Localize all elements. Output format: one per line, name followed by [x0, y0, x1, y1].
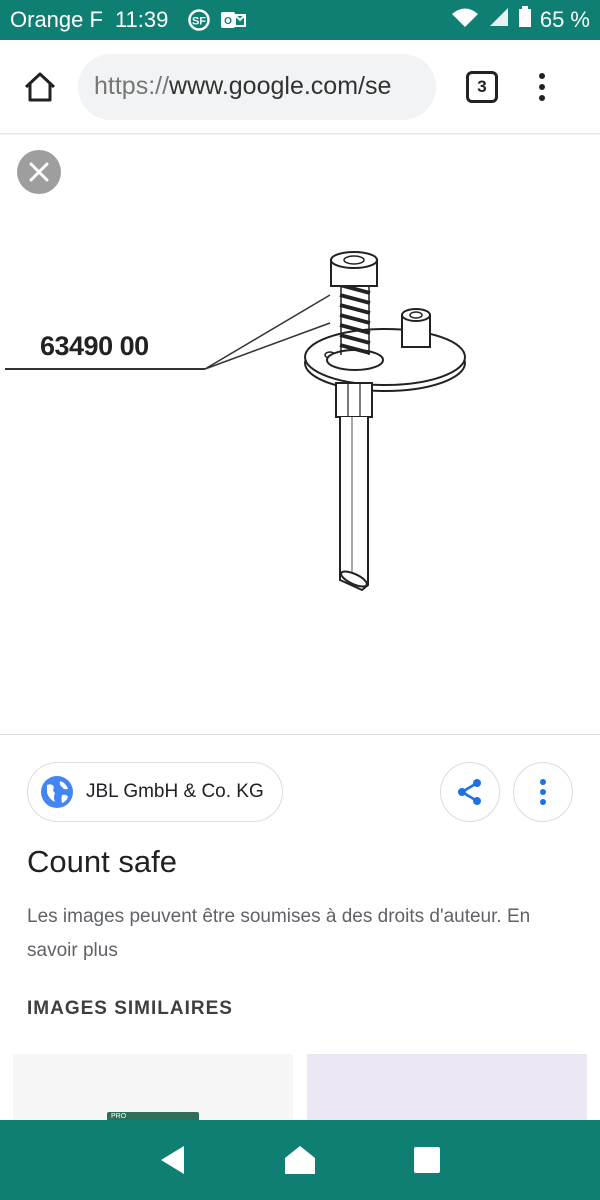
- signal-icon: [488, 6, 510, 34]
- svg-text:O: O: [224, 16, 232, 27]
- image-title: Count safe: [27, 844, 177, 879]
- source-label: JBL GmbH & Co. KG: [86, 781, 264, 802]
- close-icon: [29, 162, 49, 182]
- system-nav-bar: [0, 1120, 600, 1200]
- clock: 11:39: [114, 7, 169, 32]
- part-number-label: 63490 00: [40, 331, 149, 361]
- home-button[interactable]: [18, 65, 62, 109]
- url-scheme: https://: [94, 72, 170, 100]
- svg-text:SF: SF: [192, 16, 206, 28]
- home-nav-icon: [284, 1146, 315, 1174]
- close-viewer-button[interactable]: [17, 150, 61, 194]
- share-icon: [458, 779, 481, 805]
- more-options-button[interactable]: [513, 762, 573, 822]
- sfr-icon: SF: [186, 9, 212, 31]
- tab-count: 3: [477, 76, 487, 96]
- similar-image-thumbnail[interactable]: PRO: [13, 1054, 293, 1124]
- recents-icon: [413, 1147, 440, 1173]
- copyright-notice[interactable]: Les images peuvent être soumises à des d…: [27, 900, 567, 968]
- image-viewer: 63490 00: [0, 135, 600, 735]
- browser-toolbar: https://www.google.com/se 3: [0, 40, 600, 134]
- url-host: www.google.com/se: [169, 72, 392, 100]
- home-icon: [24, 72, 56, 101]
- globe-icon: [41, 776, 73, 808]
- status-right: 65 %: [450, 6, 590, 34]
- recents-button[interactable]: [397, 1130, 457, 1190]
- tab-switcher-button[interactable]: 3: [466, 70, 498, 103]
- carrier-label: Orange F: [10, 7, 103, 32]
- back-button[interactable]: [143, 1130, 203, 1190]
- back-icon: [161, 1146, 185, 1174]
- battery-icon: [518, 6, 532, 34]
- status-left: Orange F 11:39 SF O: [10, 7, 247, 33]
- more-vert-icon: [540, 779, 546, 805]
- url-bar[interactable]: https://www.google.com/se: [78, 53, 436, 120]
- battery-percent: 65 %: [539, 7, 590, 32]
- home-nav-button[interactable]: [270, 1130, 330, 1190]
- outlook-icon: O: [220, 9, 247, 31]
- similar-image-thumbnail[interactable]: [307, 1054, 587, 1124]
- share-button[interactable]: [440, 762, 500, 822]
- wifi-icon: [450, 6, 480, 34]
- source-link-chip[interactable]: JBL GmbH & Co. KG: [27, 762, 283, 822]
- browser-menu-button[interactable]: [532, 67, 552, 107]
- similar-images-heading: IMAGES SIMILAIRES: [27, 998, 233, 1019]
- status-bar: Orange F 11:39 SF O 65 %: [0, 0, 600, 40]
- part-drawing: [5, 251, 466, 592]
